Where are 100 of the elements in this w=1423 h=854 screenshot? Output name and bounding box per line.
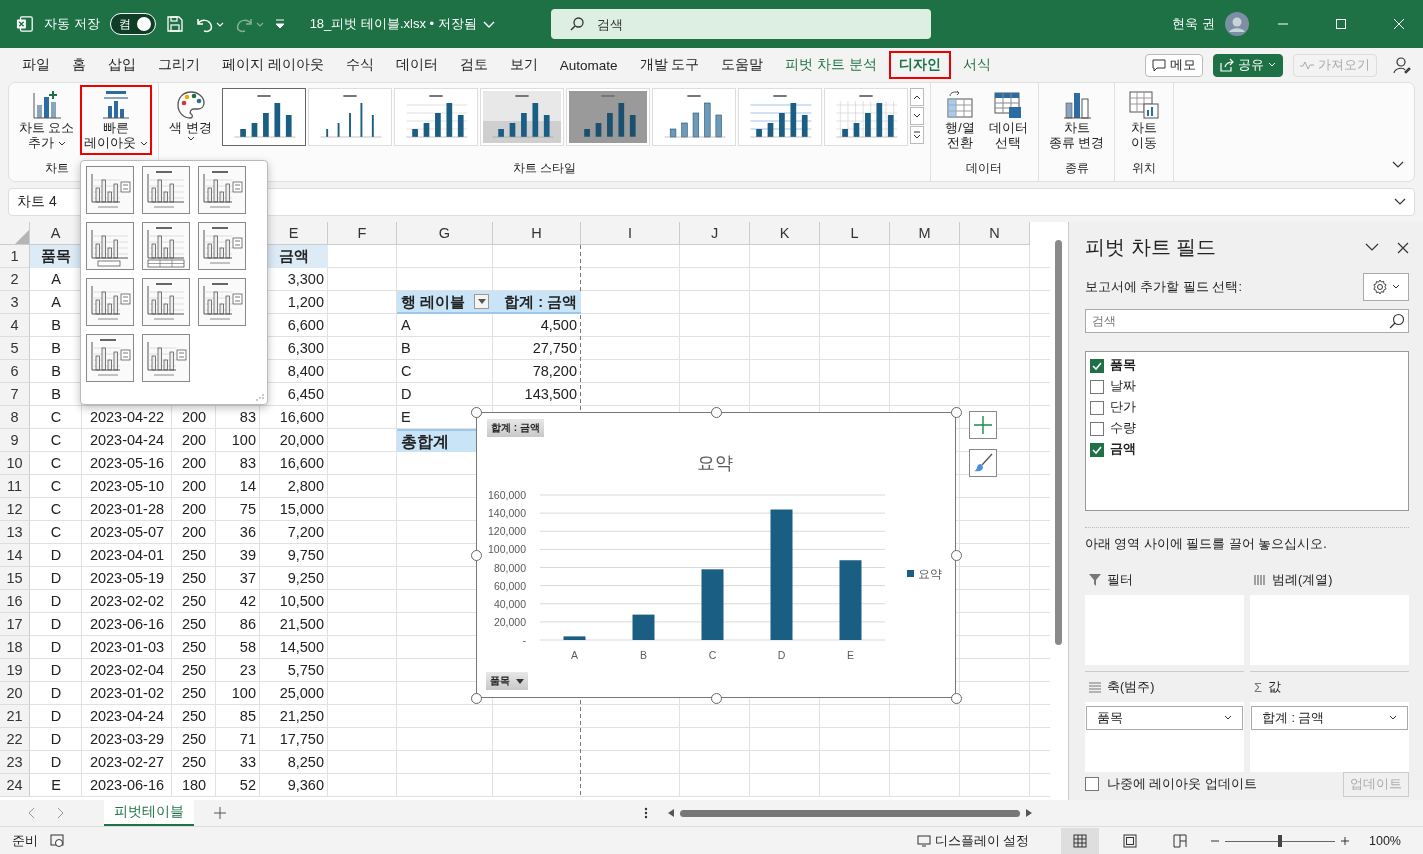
column-header[interactable]: J — [680, 222, 750, 245]
zoom-slider-thumb[interactable] — [1278, 834, 1282, 847]
resize-handle[interactable] — [471, 550, 482, 561]
resize-handle[interactable] — [951, 550, 962, 561]
resize-handle[interactable] — [951, 407, 962, 418]
layout-thumbnail[interactable] — [198, 166, 246, 214]
column-header[interactable]: H — [493, 222, 581, 245]
row-header[interactable]: 15 — [0, 567, 30, 590]
chart-area[interactable]: 요약 - 20,000 40,000 60,000 80,000 100,000 120,000 140,000 160,000 요약 A B C D E 합계 : 금액 품목 — [476, 412, 956, 698]
row-header[interactable]: 7 — [0, 383, 30, 406]
resize-handle[interactable] — [951, 693, 962, 704]
filter-dropdown-button[interactable] — [474, 294, 489, 309]
chart-style-thumbnail[interactable] — [221, 88, 306, 146]
resize-handle[interactable] — [711, 407, 722, 418]
column-header[interactable]: I — [581, 222, 680, 245]
resize-handle[interactable] — [711, 693, 722, 704]
row-header[interactable]: 8 — [0, 406, 30, 429]
person-icon[interactable] — [1393, 56, 1411, 74]
row-header[interactable]: 2 — [0, 268, 30, 291]
row-header[interactable]: 13 — [0, 521, 30, 544]
chart-bar[interactable] — [632, 614, 655, 640]
layout-thumbnail[interactable] — [142, 278, 190, 326]
scroll-right-icon[interactable] — [1026, 809, 1032, 817]
ribbon-tab[interactable]: Automate — [549, 52, 628, 78]
row-header[interactable]: 4 — [0, 314, 30, 337]
ribbon-tab[interactable]: 서식 — [952, 51, 1001, 79]
previous-sheet-icon[interactable] — [28, 807, 36, 819]
scroll-down-button[interactable] — [909, 107, 924, 125]
autosave-toggle[interactable]: 켬 — [109, 13, 156, 35]
row-header[interactable]: 19 — [0, 659, 30, 682]
chart-bar[interactable] — [701, 569, 724, 640]
search-field[interactable]: 검색 — [550, 9, 931, 39]
column-header[interactable]: N — [960, 222, 1030, 245]
column-header[interactable]: M — [890, 222, 960, 245]
row-header[interactable]: 10 — [0, 452, 30, 475]
field-button[interactable]: 합계 : 금액 — [487, 419, 544, 437]
chevron-down-icon[interactable] — [1365, 243, 1379, 253]
checkbox[interactable] — [1090, 442, 1104, 457]
row-header[interactable]: 6 — [0, 360, 30, 383]
resize-handle[interactable] — [471, 693, 482, 704]
ribbon-button[interactable]: 데이터 선택 — [984, 85, 1032, 155]
ribbon-tab[interactable]: 홈 — [62, 51, 96, 79]
resize-grip-icon[interactable] — [256, 393, 264, 401]
row-header[interactable]: 18 — [0, 636, 30, 659]
ribbon-button[interactable]: 차트 요소 추가 — [15, 85, 79, 155]
ribbon-tab[interactable]: 디자인 — [888, 51, 951, 79]
settings-button[interactable] — [1363, 273, 1409, 302]
ribbon-button[interactable]: 행/열 전환 — [936, 85, 983, 155]
layout-thumbnail[interactable] — [198, 222, 246, 270]
row-header[interactable]: 12 — [0, 498, 30, 521]
view-button[interactable] — [1061, 828, 1099, 854]
ribbon-tab[interactable]: 데이터 — [385, 51, 448, 79]
row-header[interactable]: 1 — [0, 245, 30, 268]
area-field-dropdown[interactable]: 품목 — [1086, 706, 1243, 730]
drop-area[interactable]: 품목 — [1085, 702, 1244, 772]
row-header[interactable]: 22 — [0, 728, 30, 751]
chart-bar[interactable] — [839, 560, 862, 640]
more-styles-button[interactable] — [909, 126, 924, 144]
scroll-left-icon[interactable] — [668, 809, 674, 817]
area-field-dropdown[interactable]: 합계 : 금액 — [1251, 706, 1408, 730]
resize-handle[interactable] — [471, 407, 482, 418]
ribbon-tab[interactable]: 페이지 레이아웃 — [212, 51, 334, 79]
column-header[interactable]: A — [30, 222, 82, 245]
row-header[interactable]: 21 — [0, 705, 30, 728]
ribbon-tab[interactable]: 삽입 — [98, 51, 146, 79]
column-header[interactable]: K — [750, 222, 820, 245]
field-search-field[interactable]: 검색 — [1085, 309, 1409, 334]
ribbon-tab[interactable]: 파일 — [12, 51, 60, 79]
ribbon-button[interactable]: 차트 이동 — [1121, 85, 1168, 155]
ribbon-tab[interactable]: 개발 도구 — [629, 51, 710, 79]
ribbon-tab[interactable]: 도움말 — [711, 51, 774, 79]
display-settings-button[interactable]: 디스플레이 설정 — [916, 832, 1029, 850]
row-header[interactable]: 5 — [0, 337, 30, 360]
column-header[interactable]: G — [397, 222, 493, 245]
layout-thumbnail[interactable] — [86, 334, 134, 382]
zoom-out-icon[interactable] — [1211, 837, 1219, 845]
checkbox[interactable] — [1090, 400, 1104, 415]
row-header[interactable]: 23 — [0, 751, 30, 774]
row-header[interactable]: 11 — [0, 475, 30, 498]
chart-bar[interactable] — [563, 636, 586, 640]
ribbon-button[interactable]: 차트 종류 변경 — [1044, 85, 1109, 155]
field-button[interactable]: 품목 — [486, 672, 528, 690]
layout-thumbnail[interactable] — [86, 278, 134, 326]
layout-thumbnail[interactable] — [142, 222, 190, 270]
layout-thumbnail[interactable] — [198, 278, 246, 326]
ribbon-tab[interactable]: 수식 — [335, 51, 384, 79]
checkbox[interactable] — [1085, 777, 1099, 791]
ribbon-tab[interactable]: 그리기 — [148, 51, 210, 79]
add-sheet-icon[interactable] — [214, 807, 226, 819]
save-icon[interactable] — [165, 15, 184, 33]
maximize-icon[interactable] — [1335, 18, 1347, 30]
layout-thumbnail[interactable] — [86, 222, 134, 270]
ribbon-tab[interactable]: 보기 — [499, 51, 548, 79]
close-icon[interactable] — [1397, 241, 1409, 254]
checkbox[interactable] — [1090, 358, 1104, 373]
drop-area[interactable]: 합계 : 금액 — [1250, 702, 1409, 772]
checkbox[interactable] — [1090, 379, 1104, 394]
row-header[interactable]: 17 — [0, 613, 30, 636]
column-header[interactable]: F — [328, 222, 397, 245]
zoom-in-icon[interactable] — [1341, 837, 1349, 845]
